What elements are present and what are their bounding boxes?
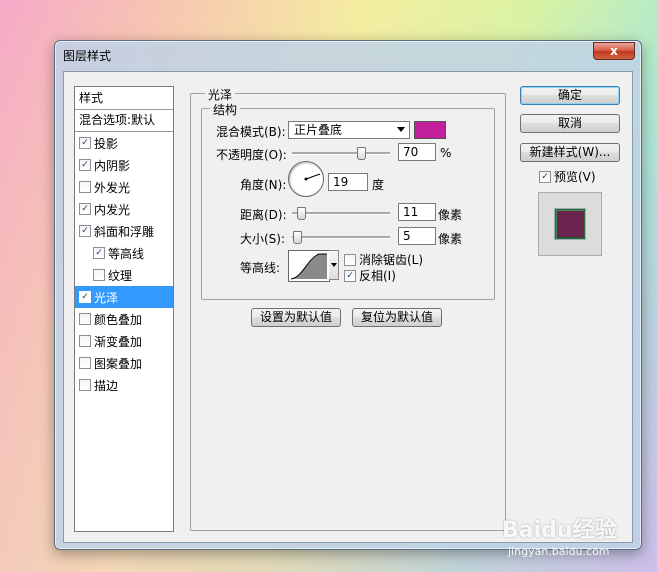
style-item-checkbox[interactable] xyxy=(79,313,91,325)
structure-group-title: 结构 xyxy=(210,101,241,118)
opacity-unit: % xyxy=(440,146,452,160)
styles-list: 样式 混合选项:默认 ✓ 投影 ✓ 内阴影 外发光 ✓ 内发光 ✓ 斜面和浮雕 ✓ 等高线 纹理 ✓ 光泽… xyxy=(74,86,174,532)
style-item-checkbox[interactable] xyxy=(79,357,91,369)
opacity-slider[interactable] xyxy=(292,147,390,160)
title-bar[interactable]: 图层样式 x xyxy=(55,41,641,67)
styles-header[interactable]: 样式 xyxy=(75,87,173,110)
anti-alias-label: 消除锯齿(L) xyxy=(359,253,424,267)
style-item[interactable]: 描边 xyxy=(75,374,173,396)
anti-alias-checkbox[interactable]: 消除锯齿(L) xyxy=(344,251,423,268)
style-item-label: 斜面和浮雕 xyxy=(94,224,155,239)
blend-mode-value: 正片叠底 xyxy=(294,123,343,137)
distance-slider-track xyxy=(292,212,390,215)
distance-unit: 像素 xyxy=(438,208,463,222)
dialog-title: 图层样式 xyxy=(63,49,112,63)
style-item-checkbox[interactable]: ✓ xyxy=(79,203,91,215)
contour-picker[interactable] xyxy=(288,250,330,282)
style-item-label: 渐变叠加 xyxy=(94,334,143,349)
blend-options-item[interactable]: 混合选项:默认 xyxy=(75,110,173,132)
style-item-label: 光泽 xyxy=(94,290,119,305)
watermark-logo: Baidu经验 xyxy=(502,518,617,543)
style-item[interactable]: 渐变叠加 xyxy=(75,330,173,352)
opacity-label: 不透明度(O): xyxy=(216,148,287,162)
style-item-label: 投影 xyxy=(94,136,119,151)
preview-label: 预览(V) xyxy=(554,170,596,184)
ok-button[interactable]: 确定 xyxy=(520,86,620,105)
distance-slider-thumb[interactable] xyxy=(297,207,306,220)
close-icon: x xyxy=(610,44,618,58)
reset-default-button[interactable]: 复位为默认值 xyxy=(352,308,442,327)
style-item-label: 内阴影 xyxy=(94,158,131,173)
style-item[interactable]: ✓ 内发光 xyxy=(75,198,173,220)
style-item[interactable]: ✓ 等高线 xyxy=(75,242,173,264)
style-preview xyxy=(538,192,602,256)
style-item-checkbox[interactable]: ✓ xyxy=(79,225,91,237)
style-item-checkbox[interactable] xyxy=(79,181,91,193)
invert-checkbox[interactable]: ✓ 反相(I) xyxy=(344,267,396,284)
invert-check-icon: ✓ xyxy=(344,269,356,282)
watermark-url: jingyan.baidu.com xyxy=(508,545,610,558)
chevron-down-icon xyxy=(397,127,405,132)
structure-group: 结构 混合模式(B): 正片叠底 不透明度(O): 70 % 角度(N): 19… xyxy=(201,101,495,300)
style-item[interactable]: 纹理 xyxy=(75,264,173,286)
size-slider-track xyxy=(292,236,390,239)
style-item[interactable]: 外发光 xyxy=(75,176,173,198)
dialog-client-area: 样式 混合选项:默认 ✓ 投影 ✓ 内阴影 外发光 ✓ 内发光 ✓ 斜面和浮雕 ✓ 等高线 纹理 ✓ 光泽… xyxy=(63,71,633,543)
distance-label: 距离(D): xyxy=(240,208,287,222)
style-item-checkbox[interactable]: ✓ xyxy=(79,137,91,149)
style-item-checkbox[interactable] xyxy=(79,335,91,347)
distance-slider[interactable] xyxy=(292,207,390,220)
preview-check-icon: ✓ xyxy=(539,170,551,183)
style-item-checkbox[interactable]: ✓ xyxy=(79,159,91,171)
angle-dial[interactable] xyxy=(288,161,324,197)
size-slider[interactable] xyxy=(292,231,390,244)
opacity-slider-track xyxy=(292,152,390,155)
style-item[interactable]: 图案叠加 xyxy=(75,352,173,374)
style-item-checkbox[interactable]: ✓ xyxy=(93,247,105,259)
blend-mode-label: 混合模式(B): xyxy=(216,125,286,139)
satin-group: 光泽 结构 混合模式(B): 正片叠底 不透明度(O): 70 % 角度(N): xyxy=(190,86,506,531)
opacity-input[interactable]: 70 xyxy=(398,143,436,161)
size-input[interactable]: 5 xyxy=(398,227,436,245)
style-item-label: 描边 xyxy=(94,378,119,393)
invert-label: 反相(I) xyxy=(359,269,396,283)
style-item-label: 颜色叠加 xyxy=(94,312,143,327)
blend-mode-select[interactable]: 正片叠底 xyxy=(288,121,410,139)
anti-alias-check-icon xyxy=(344,253,356,266)
style-item[interactable]: ✓ 投影 xyxy=(75,132,173,154)
style-preview-swatch xyxy=(555,209,585,239)
new-style-button[interactable]: 新建样式(W)... xyxy=(520,143,620,162)
contour-dropdown-button[interactable] xyxy=(329,250,339,280)
style-item-label: 内发光 xyxy=(94,202,131,217)
set-default-button[interactable]: 设置为默认值 xyxy=(251,308,341,327)
style-item-label: 图案叠加 xyxy=(94,356,143,371)
size-slider-thumb[interactable] xyxy=(293,231,302,244)
style-item-checkbox[interactable]: ✓ xyxy=(79,291,91,303)
contour-label: 等高线: xyxy=(240,261,281,275)
cancel-button[interactable]: 取消 xyxy=(520,114,620,133)
style-item[interactable]: 颜色叠加 xyxy=(75,308,173,330)
style-item-checkbox[interactable] xyxy=(79,379,91,391)
opacity-slider-thumb[interactable] xyxy=(357,147,366,160)
angle-input[interactable]: 19 xyxy=(328,173,368,191)
size-unit: 像素 xyxy=(438,232,463,246)
contour-curve-icon xyxy=(290,253,327,280)
style-item-label: 纹理 xyxy=(108,268,133,283)
style-item[interactable]: ✓ 内阴影 xyxy=(75,154,173,176)
close-button[interactable]: x xyxy=(593,42,635,60)
blend-color-swatch[interactable] xyxy=(414,121,446,139)
style-item[interactable]: ✓ 斜面和浮雕 xyxy=(75,220,173,242)
preview-checkbox[interactable]: ✓ 预览(V) xyxy=(539,168,596,185)
angle-unit: 度 xyxy=(372,178,385,192)
size-label: 大小(S): xyxy=(240,232,286,246)
angle-needle-icon xyxy=(304,173,321,181)
layer-style-dialog: 图层样式 x 样式 混合选项:默认 ✓ 投影 ✓ 内阴影 外发光 ✓ 内发光 ✓ 斜面和浮雕 ✓ 等… xyxy=(54,40,642,550)
style-item[interactable]: ✓ 光泽 xyxy=(75,286,173,308)
angle-label: 角度(N): xyxy=(240,178,287,192)
style-item-label: 外发光 xyxy=(94,180,131,195)
style-item-label: 等高线 xyxy=(108,246,145,261)
style-item-checkbox[interactable] xyxy=(93,269,105,281)
distance-input[interactable]: 11 xyxy=(398,203,436,221)
